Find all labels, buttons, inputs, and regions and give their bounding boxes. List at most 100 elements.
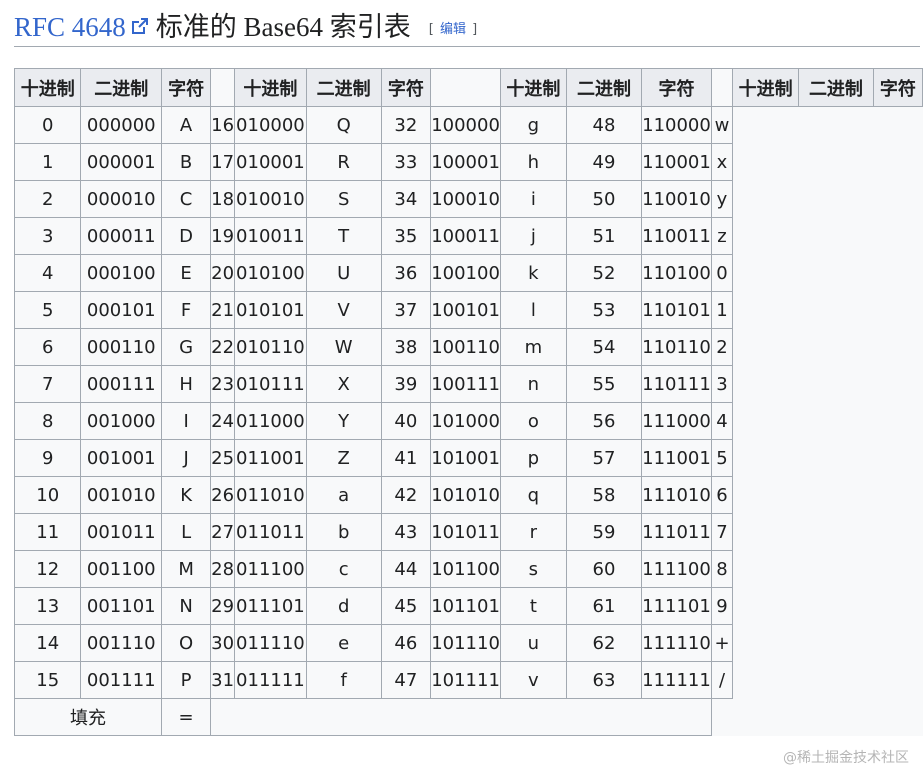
section-heading: RFC 4648 标准的 Base64 索引表 [ 编辑 ] bbox=[14, 10, 920, 47]
edit-bracket-open: [ bbox=[428, 22, 434, 37]
cell-decimal: 30 bbox=[210, 624, 236, 662]
cell-decimal: 24 bbox=[210, 402, 236, 440]
table-row: 10 001010 K 26 011010 a 42 101010 q 58 111010 6 bbox=[13, 476, 923, 514]
cell-binary: 000101 bbox=[80, 291, 163, 329]
cell-char: w bbox=[710, 106, 734, 144]
cell-char: 0 bbox=[710, 254, 734, 292]
cell-char: H bbox=[161, 365, 212, 403]
cell-binary: 010111 bbox=[234, 365, 307, 403]
cell-binary: 001111 bbox=[80, 661, 163, 699]
rfc-4648-link[interactable]: RFC 4648 bbox=[14, 10, 126, 44]
cell-char: P bbox=[161, 661, 212, 699]
cell-char: 2 bbox=[710, 328, 734, 366]
cell-char: Y bbox=[305, 402, 382, 440]
cell-char: 9 bbox=[710, 587, 734, 625]
cell-char: T bbox=[305, 217, 382, 255]
cell-decimal: 10 bbox=[13, 476, 82, 514]
cell-decimal: 37 bbox=[380, 291, 432, 329]
cell-char: r bbox=[499, 513, 567, 551]
header-binary: 二进制 bbox=[798, 68, 874, 107]
cell-char: Z bbox=[305, 439, 382, 477]
cell-char: 5 bbox=[710, 439, 734, 477]
cell-char: f bbox=[305, 661, 382, 699]
cell-binary: 011110 bbox=[234, 624, 307, 662]
cell-char: S bbox=[305, 180, 382, 218]
external-link-icon[interactable] bbox=[130, 16, 150, 36]
cell-binary: 000100 bbox=[80, 254, 163, 292]
padding-empty bbox=[210, 698, 712, 736]
cell-binary: 000011 bbox=[80, 217, 163, 255]
header-binary: 二进制 bbox=[305, 68, 382, 107]
cell-binary: 110000 bbox=[641, 106, 712, 144]
cell-decimal: 43 bbox=[380, 513, 432, 551]
cell-char: z bbox=[710, 217, 734, 255]
cell-binary: 101111 bbox=[430, 661, 501, 699]
cell-char: D bbox=[161, 217, 212, 255]
header-decimal: 十进制 bbox=[499, 68, 567, 107]
cell-binary: 100111 bbox=[430, 365, 501, 403]
cell-decimal: 56 bbox=[565, 402, 643, 440]
table-row: 5 000101 F 21 010101 V 37 100101 l 53 110101 1 bbox=[13, 291, 923, 329]
cell-binary: 110110 bbox=[641, 328, 712, 366]
table-row: 3 000011 D 19 010011 T 35 100011 j 51 110011 z bbox=[13, 217, 923, 255]
cell-decimal: 52 bbox=[565, 254, 643, 292]
cell-char: L bbox=[161, 513, 212, 551]
header-decimal: 十进制 bbox=[732, 68, 800, 107]
cell-char: s bbox=[499, 550, 567, 588]
header-decimal: 十进制 bbox=[234, 68, 307, 107]
cell-decimal: 2 bbox=[13, 180, 82, 218]
cell-char: v bbox=[499, 661, 567, 699]
cell-binary: 110111 bbox=[641, 365, 712, 403]
cell-binary: 110011 bbox=[641, 217, 712, 255]
cell-binary: 001011 bbox=[80, 513, 163, 551]
cell-binary: 100010 bbox=[430, 180, 501, 218]
header-char: 字符 bbox=[872, 68, 923, 107]
cell-decimal: 48 bbox=[565, 106, 643, 144]
cell-decimal: 36 bbox=[380, 254, 432, 292]
cell-decimal: 57 bbox=[565, 439, 643, 477]
cell-char: K bbox=[161, 476, 212, 514]
cell-char: Q bbox=[305, 106, 382, 144]
cell-decimal: 25 bbox=[210, 439, 236, 477]
edit-link[interactable]: 编辑 bbox=[440, 22, 466, 37]
header-char: 字符 bbox=[641, 68, 712, 107]
cell-binary: 000010 bbox=[80, 180, 163, 218]
cell-binary: 001010 bbox=[80, 476, 163, 514]
cell-binary: 010110 bbox=[234, 328, 307, 366]
cell-binary: 110010 bbox=[641, 180, 712, 218]
cell-binary: 000111 bbox=[80, 365, 163, 403]
cell-decimal: 22 bbox=[210, 328, 236, 366]
cell-decimal: 8 bbox=[13, 402, 82, 440]
cell-char: W bbox=[305, 328, 382, 366]
cell-char: B bbox=[161, 143, 212, 181]
cell-binary: 111011 bbox=[641, 513, 712, 551]
cell-char: U bbox=[305, 254, 382, 292]
cell-decimal: 40 bbox=[380, 402, 432, 440]
cell-binary: 100110 bbox=[430, 328, 501, 366]
cell-char: o bbox=[499, 402, 567, 440]
cell-decimal: 0 bbox=[13, 106, 82, 144]
cell-binary: 011001 bbox=[234, 439, 307, 477]
header-decimal: 十进制 bbox=[13, 68, 82, 107]
cell-binary: 111111 bbox=[641, 661, 712, 699]
table-row: 11 001011 L 27 011011 b 43 101011 r 59 111011 7 bbox=[13, 513, 923, 551]
cell-decimal: 20 bbox=[210, 254, 236, 292]
cell-decimal: 16 bbox=[210, 106, 236, 144]
cell-decimal: 41 bbox=[380, 439, 432, 477]
cell-binary: 011010 bbox=[234, 476, 307, 514]
edit-bracket-close: ] bbox=[472, 22, 478, 37]
cell-decimal: 51 bbox=[565, 217, 643, 255]
header-char: 字符 bbox=[380, 68, 432, 107]
padding-label: 填充 bbox=[13, 698, 163, 736]
cell-char: j bbox=[499, 217, 567, 255]
cell-decimal: 63 bbox=[565, 661, 643, 699]
cell-decimal: 33 bbox=[380, 143, 432, 181]
watermark: @稀土掘金技术社区 bbox=[783, 750, 909, 766]
cell-binary: 100101 bbox=[430, 291, 501, 329]
table-row: 8 001000 I 24 011000 Y 40 101000 o 56 111000 4 bbox=[13, 402, 923, 440]
cell-char: C bbox=[161, 180, 212, 218]
cell-char: 6 bbox=[710, 476, 734, 514]
cell-char: V bbox=[305, 291, 382, 329]
cell-decimal: 23 bbox=[210, 365, 236, 403]
cell-char: u bbox=[499, 624, 567, 662]
